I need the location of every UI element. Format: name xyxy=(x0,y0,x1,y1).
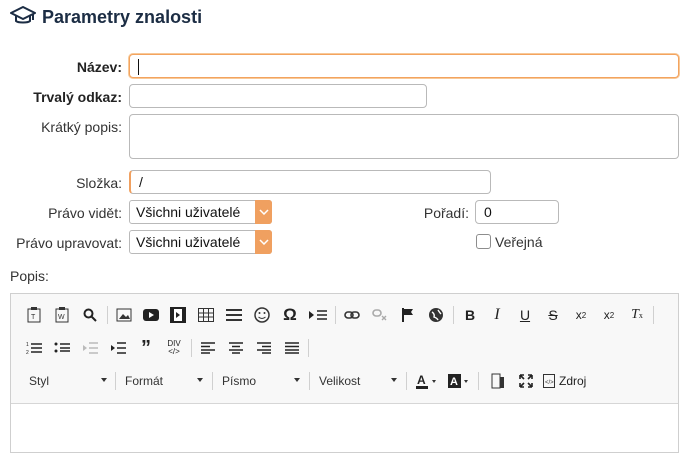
flag-icon[interactable] xyxy=(397,304,419,326)
style-combo[interactable]: Styl xyxy=(21,370,113,392)
page-header: Parametry znalosti xyxy=(10,5,202,29)
svg-text:W: W xyxy=(58,314,65,321)
table-icon[interactable] xyxy=(195,304,217,326)
remove-format-icon[interactable]: Tx xyxy=(626,304,648,326)
superscript-icon[interactable]: x2 xyxy=(598,304,620,326)
separator xyxy=(212,372,213,390)
view-permission-select[interactable]: Všichni uživatelé xyxy=(129,200,272,224)
graduation-cap-icon xyxy=(10,5,36,30)
svg-text:A: A xyxy=(450,376,458,388)
edit-permission-select[interactable]: Všichni uživatelé xyxy=(129,230,272,254)
separator xyxy=(453,306,454,324)
edit-permission-label: Právo upravovat: xyxy=(16,235,122,251)
svg-text:2: 2 xyxy=(26,350,29,355)
svg-text:A: A xyxy=(417,373,426,387)
separator xyxy=(478,372,479,390)
italic-icon[interactable]: I xyxy=(486,304,508,326)
font-combo[interactable]: Písmo xyxy=(214,370,306,392)
chevron-down-icon xyxy=(255,200,272,224)
video-icon[interactable] xyxy=(167,304,189,326)
name-input[interactable] xyxy=(129,54,679,78)
public-label: Veřejná xyxy=(495,234,543,250)
separator xyxy=(107,306,108,324)
templates-icon[interactable] xyxy=(487,370,509,392)
indent-icon[interactable] xyxy=(107,337,129,359)
view-permission-value: Všichni uživatelé xyxy=(136,204,241,220)
permalink-label: Trvalý odkaz: xyxy=(33,89,122,105)
separator xyxy=(309,372,310,390)
separator xyxy=(191,339,192,357)
permalink-input[interactable] xyxy=(129,84,427,108)
subscript-icon[interactable]: x2 xyxy=(570,304,592,326)
order-input[interactable]: 0 xyxy=(475,200,559,224)
page-break-icon[interactable] xyxy=(307,304,329,326)
name-label: Název: xyxy=(76,59,122,75)
align-left-icon[interactable] xyxy=(197,337,219,359)
folder-input[interactable]: / xyxy=(129,170,491,194)
blockquote-icon[interactable]: ” xyxy=(135,337,157,359)
separator xyxy=(335,306,336,324)
folder-label: Složka: xyxy=(76,175,122,191)
source-button[interactable]: </> Zdroj xyxy=(543,370,603,392)
source-label: Zdroj xyxy=(559,374,587,388)
paste-text-icon[interactable]: T xyxy=(23,304,45,326)
edit-permission-value: Všichni uživatelé xyxy=(136,234,241,250)
smiley-icon[interactable] xyxy=(251,304,273,326)
text-color-icon[interactable]: A xyxy=(414,370,442,392)
find-icon[interactable] xyxy=(79,304,101,326)
horizontal-line-icon[interactable] xyxy=(223,304,245,326)
numbered-list-icon[interactable]: 12 xyxy=(23,337,45,359)
special-char-icon[interactable]: Ω xyxy=(279,304,301,326)
source-icon: </> xyxy=(543,374,555,388)
description-label: Popis: xyxy=(10,268,49,284)
view-permission-label: Právo vidět: xyxy=(48,205,122,221)
maximize-icon[interactable] xyxy=(515,370,537,392)
separator xyxy=(115,372,116,390)
svg-text:</>: </> xyxy=(545,380,554,386)
outdent-icon[interactable] xyxy=(79,337,101,359)
public-checkbox[interactable] xyxy=(476,234,491,249)
div-icon[interactable]: DIV </> xyxy=(163,337,185,359)
align-right-icon[interactable] xyxy=(253,337,275,359)
svg-text:1: 1 xyxy=(26,342,29,348)
chevron-down-icon xyxy=(255,230,272,254)
align-justify-icon[interactable] xyxy=(281,337,303,359)
strikethrough-icon[interactable]: S xyxy=(542,304,564,326)
rich-text-editor: T W Ω B I U S x2 x2 Tx 12 ” DIV </> Styl… xyxy=(10,293,679,453)
separator xyxy=(406,372,407,390)
bold-icon[interactable]: B xyxy=(459,304,481,326)
size-combo[interactable]: Velikost xyxy=(311,370,403,392)
paste-word-icon[interactable]: W xyxy=(51,304,73,326)
text-caret xyxy=(138,59,139,76)
page-title: Parametry znalosti xyxy=(42,6,203,27)
youtube-icon[interactable] xyxy=(140,304,162,326)
short-description-label: Krátký popis: xyxy=(41,119,122,135)
bulleted-list-icon[interactable] xyxy=(51,337,73,359)
separator xyxy=(308,339,309,357)
globe-icon[interactable] xyxy=(425,304,447,326)
unlink-icon[interactable] xyxy=(369,304,391,326)
image-icon[interactable] xyxy=(113,304,135,326)
editor-toolbar: T W Ω B I U S x2 x2 Tx 12 ” DIV </> Styl… xyxy=(11,294,678,404)
separator xyxy=(653,306,654,324)
link-icon[interactable] xyxy=(341,304,363,326)
short-description-textarea[interactable] xyxy=(129,114,679,159)
format-combo[interactable]: Formát xyxy=(117,370,209,392)
order-label: Pořadí: xyxy=(423,205,469,221)
underline-icon[interactable]: U xyxy=(514,304,536,326)
align-center-icon[interactable] xyxy=(225,337,247,359)
svg-text:T: T xyxy=(31,314,36,321)
background-color-icon[interactable]: A xyxy=(446,370,474,392)
